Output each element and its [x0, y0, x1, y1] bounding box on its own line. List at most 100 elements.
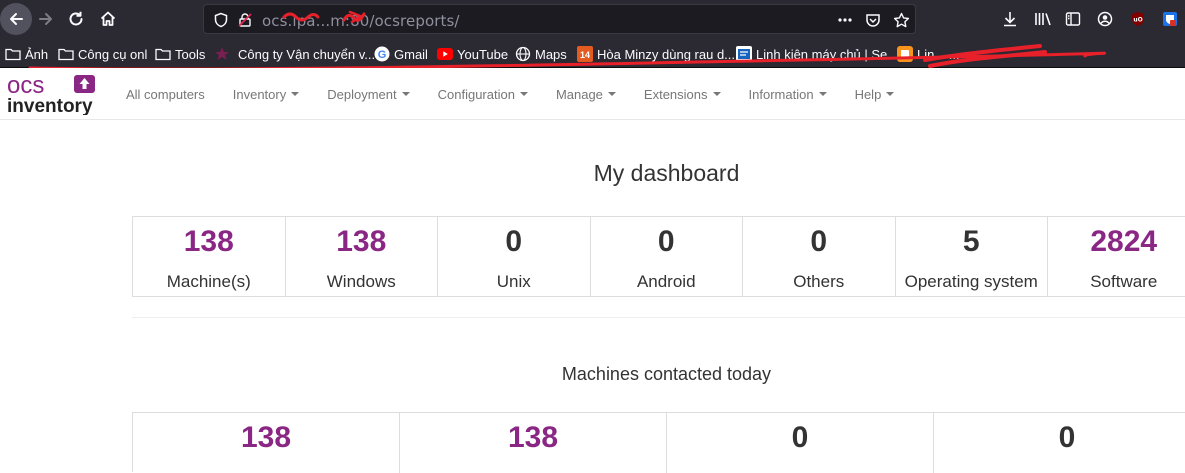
menu-label: Extensions [643, 86, 708, 102]
caret-down-icon [607, 92, 616, 96]
svg-text:14: 14 [580, 50, 590, 60]
stat-value: 138 [507, 421, 559, 454]
ublock-icon: uO [1132, 12, 1144, 26]
bookmark-maps[interactable]: Maps [515, 45, 567, 63]
caret-down-icon [818, 92, 827, 96]
menu-configuration[interactable]: Configuration [424, 68, 542, 120]
account-button[interactable] [1092, 6, 1118, 32]
stat-label: Android [636, 272, 696, 291]
library-button[interactable] [1030, 6, 1056, 32]
stat-machines[interactable]: 138 Machine(s) [133, 217, 286, 296]
stat-operating-system: 5 Operating system [896, 217, 1048, 296]
stat-label: Software [1090, 272, 1158, 291]
caret-down-icon [291, 92, 300, 96]
section-divider [132, 317, 1185, 318]
menu-label: Inventory [232, 86, 287, 102]
sidebar-button[interactable] [1060, 6, 1086, 32]
caret-down-icon [886, 92, 895, 96]
site-icon [736, 46, 752, 62]
url-bar[interactable]: ocs.ipa...m:80/ocsreports/ [203, 4, 916, 34]
insecure-lock-icon[interactable] [235, 10, 255, 30]
bookmark-label: Lin... ... [917, 46, 960, 62]
contacted-stat[interactable]: 138 [400, 413, 667, 473]
download-icon [1004, 12, 1016, 27]
bookmark-folder-tools[interactable]: Tools [155, 45, 205, 63]
ublock-extension-button[interactable]: uO [1125, 6, 1151, 32]
menu-manage[interactable]: Manage [542, 68, 630, 120]
page-title: My dashboard [593, 160, 740, 186]
back-button[interactable] [0, 3, 32, 35]
menu-deployment[interactable]: Deployment [313, 68, 423, 120]
stat-unix: 0 Unix [438, 217, 591, 296]
menu-label: Manage [555, 86, 603, 102]
contacted-today-stats: 138 138 0 0 [132, 412, 1185, 473]
stat-label: Machine(s) [166, 272, 251, 291]
pocket-icon[interactable] [863, 10, 883, 30]
bookmark-label: Tools [175, 46, 206, 62]
caret-down-icon [712, 92, 721, 96]
extension-button[interactable] [1157, 6, 1183, 32]
stat-value: 138 [240, 421, 292, 454]
stat-label: Windows [326, 272, 396, 291]
google-icon: G [374, 46, 390, 62]
menu-label: All computers [126, 86, 205, 102]
stat-value: 0 [657, 225, 675, 258]
bookmark-cong-ty[interactable]: Công ty Vận chuyển v... [214, 45, 375, 63]
url-text[interactable]: ocs.ipa...m:80/ocsreports/ [262, 12, 460, 30]
contacted-stat[interactable]: 138 [133, 413, 400, 473]
menu-label: Configuration [437, 86, 515, 102]
stat-value: 0 [810, 225, 828, 258]
stat-value: 0 [791, 421, 809, 454]
stat-android: 0 Android [591, 217, 743, 296]
ocs-inventory-logo[interactable]: ocs inventory [7, 72, 99, 117]
bookmarks-toolbar: Ảnh Công cụ onl Tools Công ty Vận chuyển… [0, 38, 1185, 68]
caret-down-icon [401, 92, 410, 96]
url-host: ipa...m:80 [292, 12, 370, 30]
bookmark-label: Linh kiện máy chủ | Se... [756, 46, 899, 62]
bookmark-hoa-minzy[interactable]: 14 Hòa Minzy dùng rau d... [577, 45, 735, 63]
stat-label: Unix [496, 272, 531, 291]
bookmark-label: Hòa Minzy dùng rau d... [597, 46, 736, 62]
reload-button[interactable] [60, 3, 92, 35]
contacted-stat: 0 [667, 413, 934, 473]
forward-button[interactable] [30, 3, 62, 35]
bookmark-obscured[interactable]: Lin... ... [897, 45, 960, 63]
bookmark-gmail[interactable]: G Gmail [374, 45, 428, 63]
shield-icon[interactable] [211, 10, 231, 30]
home-button[interactable] [92, 3, 124, 35]
bookmark-folder-cong-cu[interactable]: Công cụ onl [58, 45, 147, 63]
contacted-stat: 0 [934, 413, 1185, 473]
menu-information[interactable]: Information [735, 68, 841, 120]
bookmark-label: YouTube [457, 46, 509, 62]
menu-all-computers[interactable]: All computers [112, 68, 219, 120]
bookmark-folder-anh[interactable]: Ảnh [5, 45, 48, 63]
bookmark-linh-kien[interactable]: Linh kiện máy chủ | Se... [736, 45, 898, 63]
menu-inventory[interactable]: Inventory [219, 68, 313, 120]
globe-icon [515, 46, 531, 62]
downloads-button[interactable] [997, 6, 1023, 32]
folder-icon [155, 46, 171, 62]
stat-label: Operating system [904, 272, 1038, 291]
stat-value: 2824 [1090, 225, 1158, 258]
folder-icon [5, 46, 21, 62]
stat-value: 5 [962, 225, 980, 258]
page-actions-icon[interactable] [835, 10, 855, 30]
arrow-left-icon [10, 13, 23, 25]
svg-text:uO: uO [1133, 17, 1142, 24]
stat-others: 0 Others [743, 217, 896, 296]
stat-value: 0 [505, 225, 523, 258]
bookmark-label: Gmail [394, 46, 428, 62]
bookmark-youtube[interactable]: YouTube [437, 45, 508, 63]
bookmark-label: Công ty Vận chuyển v... [238, 46, 376, 62]
caret-down-icon [519, 92, 528, 96]
bookmark-star-icon[interactable] [891, 10, 911, 30]
menu-label: Help [854, 86, 882, 102]
stat-software[interactable]: 2824 Software [1048, 217, 1185, 296]
folder-icon [58, 46, 74, 62]
stat-windows[interactable]: 138 Windows [286, 217, 438, 296]
menu-extensions[interactable]: Extensions [630, 68, 735, 120]
app-navbar: ocs inventory All computers Inventory De… [0, 68, 1185, 120]
menu-label: Deployment [327, 86, 397, 102]
menu-help[interactable]: Help [841, 68, 909, 120]
sidebar-icon [1065, 12, 1081, 26]
